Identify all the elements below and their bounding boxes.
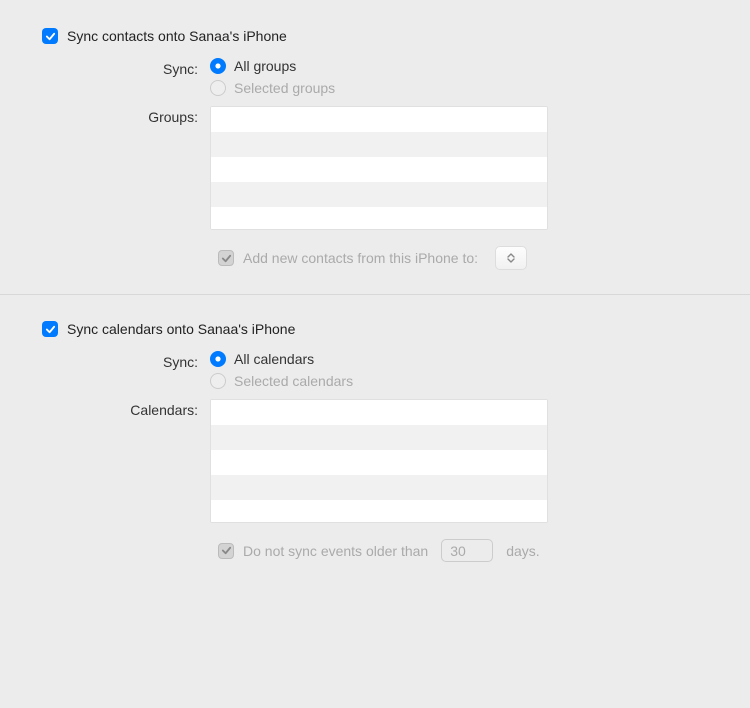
contacts-header: Sync contacts onto Sanaa's iPhone (42, 28, 708, 44)
calendars-title: Sync calendars onto Sanaa's iPhone (67, 321, 295, 337)
calendars-all-label: All calendars (234, 351, 314, 367)
chevron-down-icon (507, 258, 515, 263)
calendars-selected-label: Selected calendars (234, 373, 353, 389)
calendars-list-label: Calendars: (42, 399, 210, 418)
list-item (211, 207, 547, 230)
contacts-groups-row: Groups: (42, 106, 708, 230)
list-item (211, 475, 547, 500)
calendars-section: Sync calendars onto Sanaa's iPhone Sync:… (42, 321, 708, 584)
contacts-section: Sync contacts onto Sanaa's iPhone Sync: … (42, 28, 708, 292)
calendars-sync-row: Sync: All calendars Selected calendars (42, 351, 708, 389)
contacts-sync-label: Sync: (42, 58, 210, 77)
list-item (211, 132, 547, 157)
sync-contacts-checkbox[interactable] (42, 28, 58, 44)
contacts-all-groups-label: All groups (234, 58, 296, 74)
contacts-all-groups-option[interactable]: All groups (210, 58, 708, 74)
contacts-groups-label: Groups: (42, 106, 210, 125)
contacts-addnew-row: Add new contacts from this iPhone to: (218, 246, 708, 270)
add-new-contacts-checkbox[interactable] (218, 250, 234, 266)
sync-calendars-checkbox[interactable] (42, 321, 58, 337)
calendars-older-row: Do not sync events older than 30 days. (218, 539, 708, 562)
list-item (211, 182, 547, 207)
list-item (211, 157, 547, 182)
list-item (211, 500, 547, 523)
list-item (211, 107, 547, 132)
radio-unselected-icon (210, 80, 226, 96)
add-new-contacts-dropdown[interactable] (495, 246, 527, 270)
contacts-sync-row: Sync: All groups Selected groups (42, 58, 708, 96)
contacts-selected-groups-option[interactable]: Selected groups (210, 80, 708, 96)
calendars-sync-options: All calendars Selected calendars (210, 351, 708, 389)
contacts-sync-options: All groups Selected groups (210, 58, 708, 96)
section-divider (0, 294, 750, 295)
list-item (211, 450, 547, 475)
list-item (211, 425, 547, 450)
checkmark-icon (221, 253, 232, 264)
checkmark-icon (221, 545, 232, 556)
calendars-all-option[interactable]: All calendars (210, 351, 708, 367)
add-new-contacts-label: Add new contacts from this iPhone to: (243, 250, 478, 266)
contacts-selected-groups-label: Selected groups (234, 80, 335, 96)
calendars-list-row: Calendars: (42, 399, 708, 523)
calendars-sync-label: Sync: (42, 351, 210, 370)
older-events-days-input[interactable]: 30 (441, 539, 493, 562)
radio-selected-icon (210, 58, 226, 74)
calendars-selected-option[interactable]: Selected calendars (210, 373, 708, 389)
older-events-checkbox[interactable] (218, 543, 234, 559)
older-events-label-before: Do not sync events older than (243, 543, 428, 559)
list-item (211, 400, 547, 425)
checkmark-icon (45, 31, 56, 42)
radio-unselected-icon (210, 373, 226, 389)
radio-selected-icon (210, 351, 226, 367)
checkmark-icon (45, 324, 56, 335)
older-events-label-after: days. (506, 543, 539, 559)
calendars-header: Sync calendars onto Sanaa's iPhone (42, 321, 708, 337)
calendars-listbox[interactable] (210, 399, 548, 523)
contacts-title: Sync contacts onto Sanaa's iPhone (67, 28, 287, 44)
contacts-groups-listbox[interactable] (210, 106, 548, 230)
